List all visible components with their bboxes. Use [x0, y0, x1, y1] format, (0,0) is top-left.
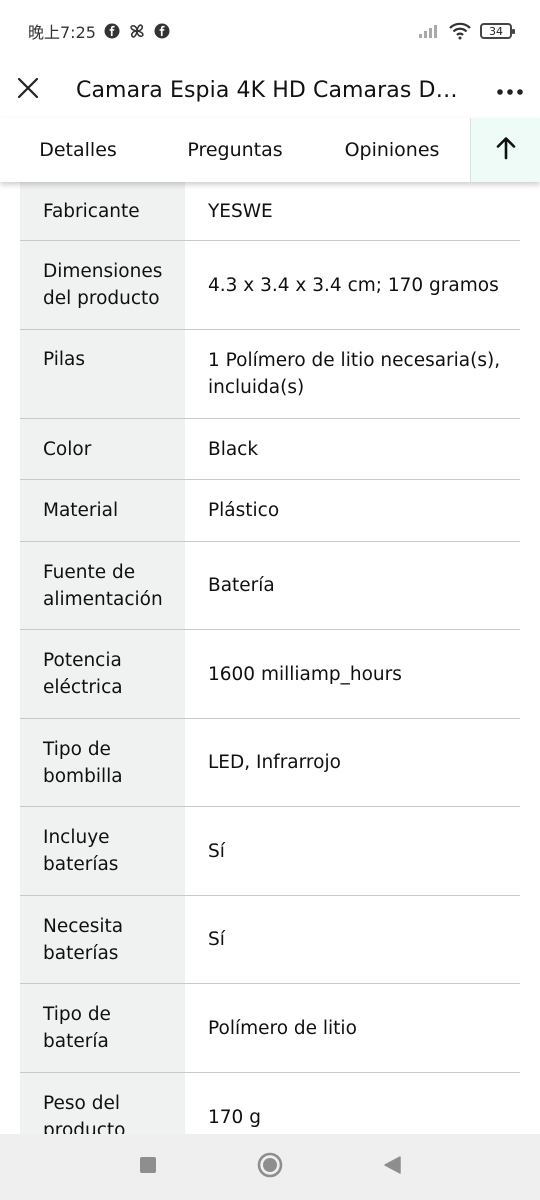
tab-detalles[interactable]: Detalles	[0, 118, 156, 182]
square-icon	[139, 1156, 157, 1178]
status-time: 晚上7:25	[28, 23, 96, 42]
status-right: 34	[418, 22, 515, 40]
spec-row: Necesita baterías Sí	[20, 896, 520, 984]
back-triangle-icon	[382, 1155, 402, 1179]
product-details-content[interactable]: Fabricante YESWE Dimensiones del product…	[0, 182, 540, 1134]
spec-key: Tipo de batería	[20, 984, 185, 1072]
spec-row: Material Plástico	[20, 480, 520, 542]
spec-value: 1 Polímero de litio necesaria(s), inclui…	[208, 350, 501, 398]
spec-row: Peso del producto 170 g	[20, 1073, 520, 1134]
page-title: Camara Espia 4K HD Camaras De Vi...	[76, 77, 480, 103]
more-icon	[496, 81, 524, 100]
spec-key: Dimensiones del producto	[20, 241, 185, 329]
spec-key: Tipo de bombilla	[20, 719, 185, 806]
spec-value: Black	[208, 438, 259, 460]
battery-level: 34	[489, 24, 503, 38]
pinwheel-icon	[128, 22, 146, 40]
tab-bar: Detalles Preguntas Opiniones	[0, 118, 540, 182]
spec-value: Sí	[208, 929, 225, 950]
facebook-icon	[154, 23, 170, 39]
spec-key: Necesita baterías	[20, 896, 185, 983]
spec-value: Plástico	[208, 500, 280, 521]
status-left: 晚上7:25	[28, 19, 170, 43]
spec-value: 4.3 x 3.4 x 3.4 cm; 170 gramos	[208, 274, 499, 296]
battery-icon: 34	[480, 23, 515, 39]
spec-row: Tipo de bombilla LED, Infrarrojo	[20, 719, 520, 807]
spec-row: Fabricante YESWE	[20, 182, 520, 241]
spec-key: Potencia eléctrica	[20, 630, 185, 718]
spec-key: Fuente de alimentación	[20, 542, 185, 629]
recents-button[interactable]	[87, 1134, 209, 1200]
facebook-icon	[104, 23, 120, 39]
close-button[interactable]	[0, 62, 56, 118]
spec-row: Pilas 1 Polímero de litio necesaria(s), …	[20, 330, 520, 419]
spec-row: Incluye baterías Sí	[20, 807, 520, 896]
tab-preguntas[interactable]: Preguntas	[156, 118, 314, 182]
spec-value: Sí	[208, 840, 225, 862]
spec-row: Tipo de batería Polímero de litio	[20, 984, 520, 1073]
spec-row: Color Black	[20, 419, 520, 480]
spec-value: YESWE	[208, 200, 273, 222]
wifi-icon	[448, 22, 472, 40]
title-bar: Camara Espia 4K HD Camaras De Vi...	[0, 62, 540, 118]
spec-key: Incluye baterías	[20, 807, 185, 895]
tab-opiniones[interactable]: Opiniones	[314, 118, 470, 182]
spec-row: Dimensiones del producto 4.3 x 3.4 x 3.4…	[20, 241, 520, 330]
spec-value: Batería	[208, 575, 275, 596]
spec-table: Fabricante YESWE Dimensiones del product…	[20, 182, 520, 1134]
system-nav-bar	[0, 1134, 540, 1200]
close-icon	[17, 77, 39, 103]
spec-key: Peso del producto	[20, 1073, 185, 1134]
spec-row: Fuente de alimentación Batería	[20, 542, 520, 630]
spec-value: LED, Infrarrojo	[208, 752, 341, 773]
spec-key: Material	[20, 480, 185, 541]
spec-row: Potencia eléctrica 1600 milliamp_hours	[20, 630, 520, 719]
spec-key: Fabricante	[20, 182, 185, 240]
back-button[interactable]	[331, 1134, 453, 1200]
spec-key: Pilas	[20, 330, 185, 418]
spec-value: Polímero de litio	[208, 1017, 357, 1039]
home-circle-icon	[257, 1152, 283, 1182]
status-bar: 晚上7:25 34	[0, 0, 540, 62]
spec-key: Color	[20, 419, 185, 479]
signal-icon	[418, 23, 440, 39]
arrow-up-icon	[495, 136, 517, 164]
spec-value: 1600 milliamp_hours	[208, 663, 402, 685]
home-button[interactable]	[209, 1134, 331, 1200]
more-options-button[interactable]	[480, 62, 540, 118]
scroll-to-top-button[interactable]	[470, 118, 540, 182]
spec-value: 170 g	[208, 1106, 261, 1128]
